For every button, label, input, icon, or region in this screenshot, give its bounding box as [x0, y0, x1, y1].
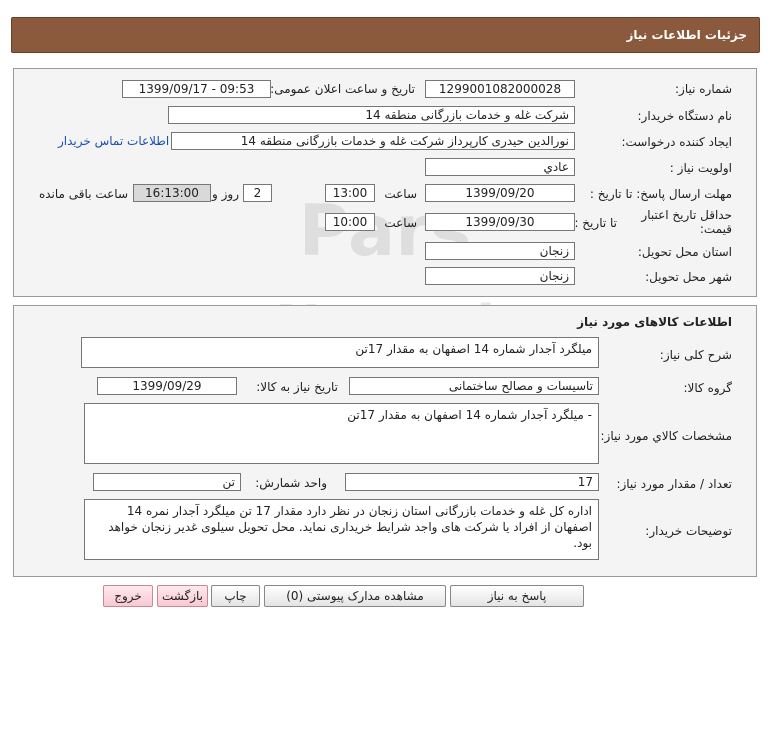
validity-date-field: 1399/09/30 [425, 213, 575, 231]
buyer-notes-field: اداره کل غله و خدمات بازرگانی استان زنجا… [84, 499, 599, 560]
qty-field: 17 [345, 473, 599, 491]
buyer-contact-link[interactable]: اطلاعات تماس خریدار [58, 134, 169, 148]
price-validity-sub-label: تا تاریخ : [574, 216, 617, 230]
exit-button[interactable]: خروج [103, 585, 153, 607]
remaining-label: ساعت باقی مانده [38, 187, 128, 201]
days-label: روز و [212, 187, 239, 201]
general-desc-label: شرح کلی نیاز: [659, 348, 732, 362]
send-time-label: ساعت [384, 187, 417, 201]
priority-field: عادي [425, 158, 575, 176]
province-field: زنجان [425, 242, 575, 260]
unit-field: تن [93, 473, 241, 491]
city-label: شهر محل تحویل: [645, 270, 732, 284]
page-title: جزئیات اطلاعات نیاز [626, 28, 747, 42]
buyer-notes-label: توضیحات خریدار: [645, 524, 732, 538]
creator-field: نورالدین حیدری کارپرداز شرکت غله و خدمات… [171, 132, 575, 150]
back-button[interactable]: بازگشت [157, 585, 208, 607]
goods-section-title: اطلاعات کالاهای مورد نیاز [577, 315, 732, 329]
need-info-panel [13, 68, 757, 297]
send-deadline-label: مهلت ارسال پاسخ: تا تاریخ : [589, 187, 732, 201]
need-number-label: شماره نیاز: [675, 82, 732, 96]
creator-label: ایجاد کننده درخواست: [621, 135, 732, 149]
attachments-button[interactable]: مشاهده مدارک پیوستی (0) [264, 585, 446, 607]
announce-label: تاریخ و ساعت اعلان عمومی: [270, 82, 415, 96]
validity-time-field: 10:00 [325, 213, 375, 231]
reply-button[interactable]: پاسخ به نیاز [450, 585, 584, 607]
priority-label: اولویت نیاز : [669, 161, 732, 175]
print-button[interactable]: چاپ [211, 585, 260, 607]
province-label: استان محل تحویل: [637, 245, 732, 259]
buyer-org-field: شرکت غله و خدمات بازرگانی منطقه 14 [168, 106, 575, 124]
remaining-time-field: 16:13:00 [133, 184, 211, 202]
unit-label: واحد شمارش: [255, 476, 327, 490]
goods-group-field: تاسیسات و مصالح ساختمانی [349, 377, 599, 395]
specs-field: - میلگرد آجدار شماره 14 اصفهان به مقدار … [84, 403, 599, 464]
send-date-field: 1399/09/20 [425, 184, 575, 202]
need-date-label: تاریخ نیاز به کالا: [256, 380, 338, 394]
days-field: 2 [243, 184, 272, 202]
need-number-field: 1299001082000028 [425, 80, 575, 98]
qty-label: تعداد / مقدار مورد نیاز: [616, 477, 732, 491]
validity-time-label: ساعت [384, 216, 417, 230]
price-validity-label: حداقل تاریخ اعتبار قیمت: [641, 208, 732, 236]
specs-label: مشخصات کالاي مورد نیاز: [600, 429, 732, 443]
city-field: زنجان [425, 267, 575, 285]
general-desc-field: میلگرد آجدار شماره 14 اصفهان به مقدار 17… [81, 337, 599, 368]
buyer-org-label: نام دستگاه خریدار: [637, 109, 733, 123]
goods-group-label: گروه کالا: [683, 381, 733, 395]
send-time-field: 13:00 [325, 184, 375, 202]
need-date-field: 1399/09/29 [97, 377, 237, 395]
announce-field: 1399/09/17 - 09:53 [122, 80, 271, 98]
page-header: جزئیات اطلاعات نیاز [11, 17, 760, 53]
